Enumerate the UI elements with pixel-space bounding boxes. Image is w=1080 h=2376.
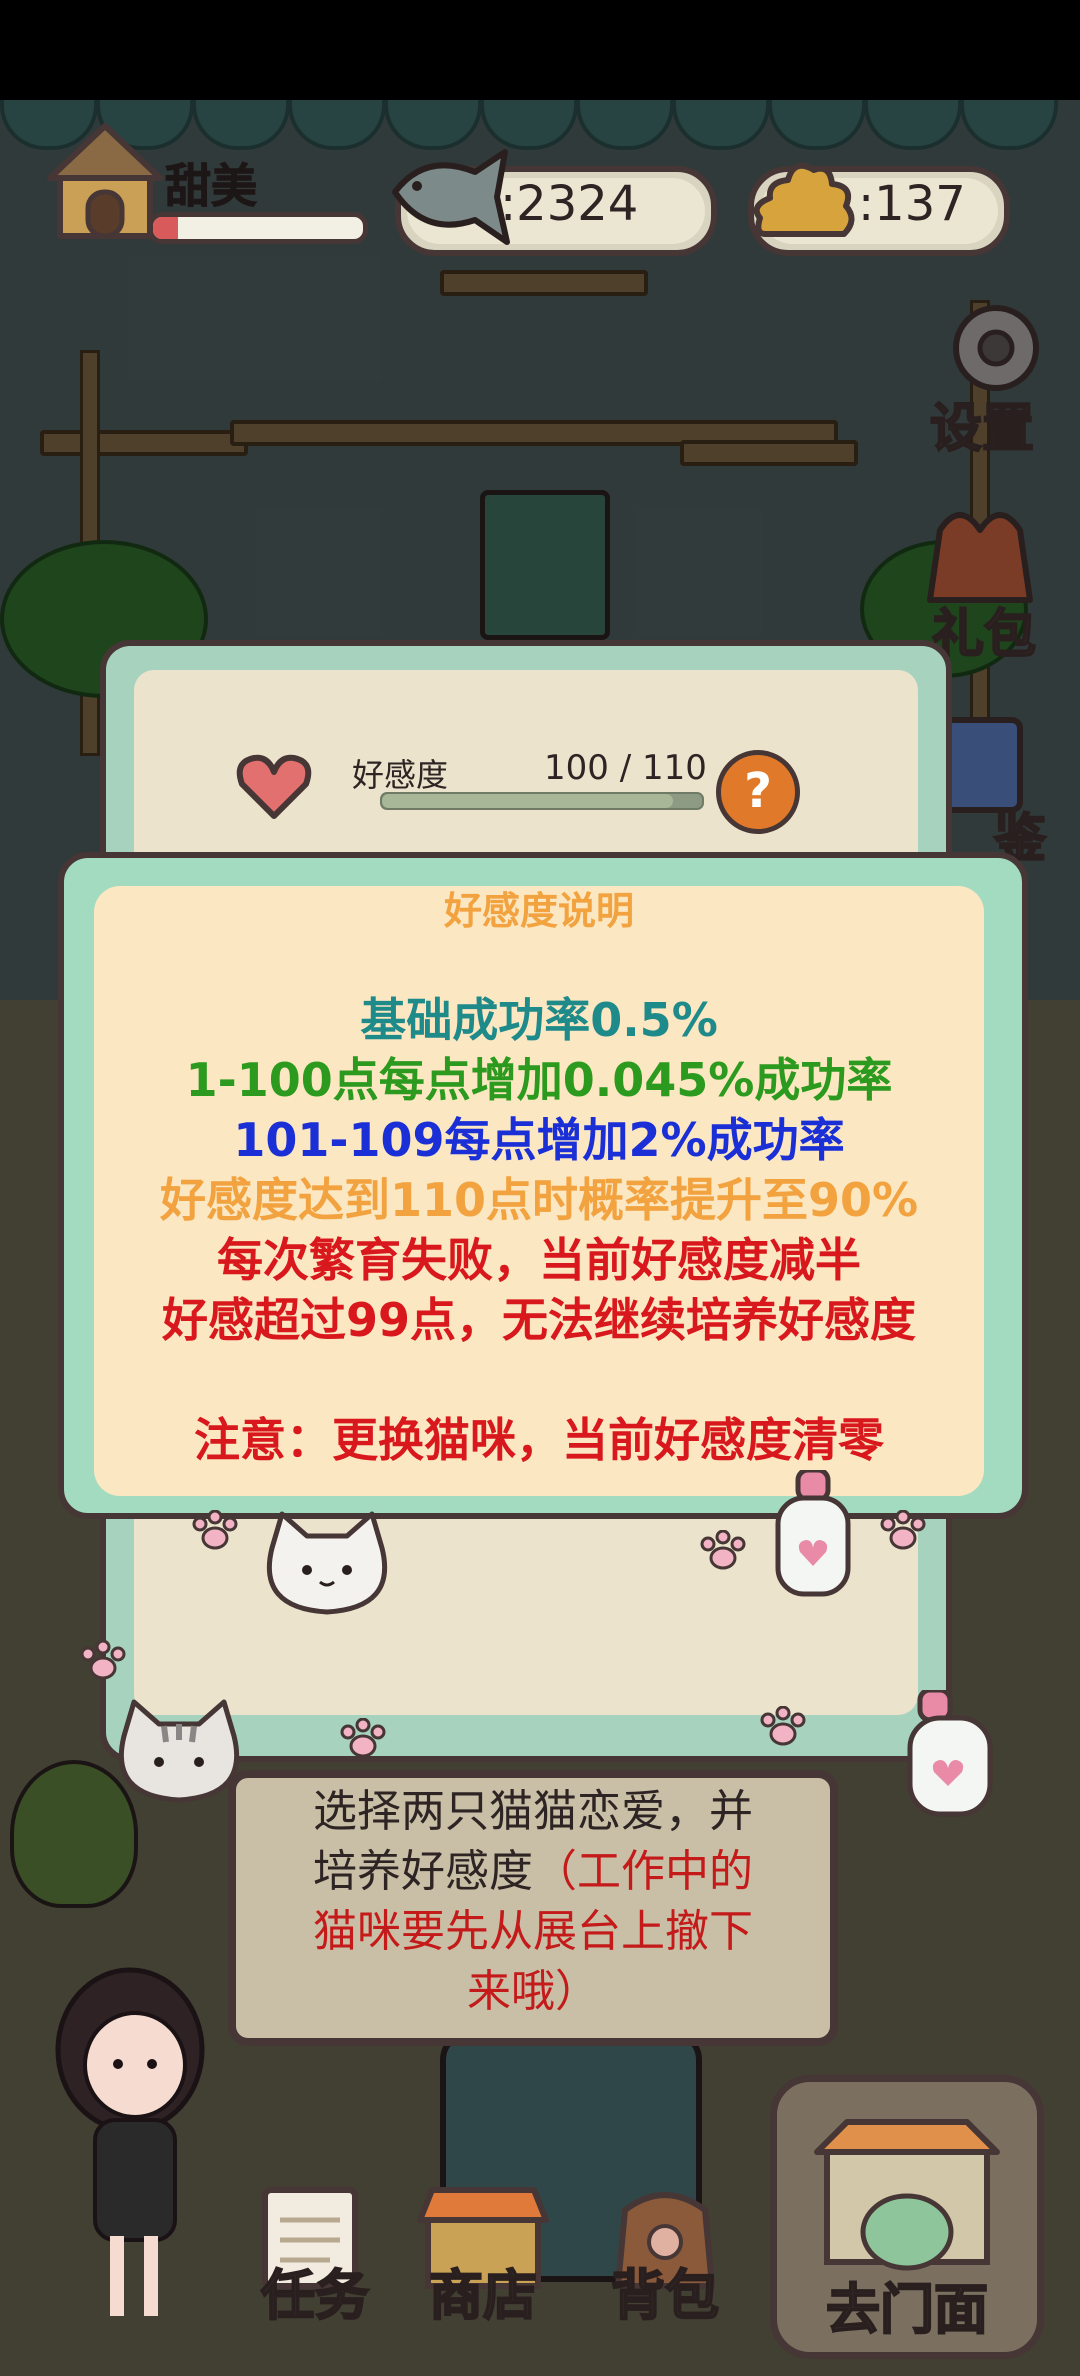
nav-storefront-button[interactable]: 去门面 [770,2075,1044,2359]
nav-tasks-label: 任务 [260,2263,370,2328]
heart-icon [236,754,312,819]
nav-shop-button[interactable]: 商店 [408,2180,558,2330]
milk-bottle-decoration [768,1467,858,1600]
poop-count: 137 [874,176,966,232]
rule-line-1-100: 1-100点每点增加0.045%成功率 [185,1053,893,1107]
nav-backpack-label: 背包 [610,2263,720,2328]
dialog-content: 好感度说明 基础成功率0.5% 1-100点每点增加0.045%成功率 101-… [94,886,984,1496]
white-cat-decoration [252,1508,402,1618]
milk-bottle-decoration-2 [890,1687,1000,1820]
fish-count-label: :2324 [500,176,639,232]
mate-hint-box: 选择两只猫猫恋爱，并 培养好感度（工作中的 猫咪要先从展台上撤下 来哦） [228,1770,838,2046]
settings-label: 设置 [929,398,1035,460]
paw-print-icon [80,1640,126,1680]
affection-label: 好感度 [352,756,449,794]
rule-line-over-99: 好感超过99点，无法继续培养好感度 [161,1293,916,1347]
hint-line-2-prefix: 培养好感度 [313,1846,533,1897]
paw-print-icon [880,1510,926,1550]
affection-explanation-dialog[interactable]: 好感度说明 基础成功率0.5% 1-100点每点增加0.045%成功率 101-… [58,852,1028,1519]
hint-line-2-red: （工作中的 [533,1846,753,1897]
dialog-title: 好感度说明 [443,889,634,933]
hint-line-1: 选择两只猫猫恋爱，并 [313,1786,753,1837]
question-icon: ? [744,763,772,819]
nav-backpack-button[interactable]: 背包 [590,2180,740,2330]
affection-value: 100 / 110 [544,748,707,788]
affection-help-button[interactable]: ? [716,750,800,834]
fish-count: 2324 [516,176,639,232]
paw-print-icon [760,1706,806,1746]
paw-print-icon [192,1510,238,1550]
affection-bar-fill [382,794,674,808]
hint-line-3: 猫咪要先从展台上撤下 [313,1906,753,1957]
rule-line-base-rate: 基础成功率0.5% [360,993,718,1047]
poop-icon [750,146,860,246]
player-progress-bar [148,212,368,244]
rule-line-fail-halve: 每次繁育失败，当前好感度减半 [217,1233,861,1287]
hint-line-4: 来哦） [467,1966,599,2017]
paw-print-icon [340,1718,386,1758]
player-name: 甜美 [165,159,258,214]
nav-shop-label: 商店 [428,2263,538,2328]
gift-pack-button[interactable]: 礼包 [900,500,1060,666]
poop-count-label: :137 [858,176,966,232]
player-progress-fill [153,217,179,239]
paw-print-icon [700,1530,746,1570]
rule-line-110: 好感度达到110点时概率提升至90% [159,1173,919,1227]
rule-line-warning: 注意：更换猫咪，当前好感度清零 [194,1413,884,1467]
rule-line-101-109: 101-109每点增加2%成功率 [233,1113,845,1167]
settings-button[interactable]: 设置 [928,296,1058,460]
storefront-icon [814,2119,1000,2271]
hint-line-2: 培养好感度（工作中的 [256,1842,810,1902]
shopkeeper-girl-character [40,1940,230,2340]
fish-icon [385,142,515,252]
nav-tasks-button[interactable]: 任务 [240,2180,390,2330]
nav-storefront-label: 去门面 [825,2277,989,2342]
affection-bar [380,792,704,810]
